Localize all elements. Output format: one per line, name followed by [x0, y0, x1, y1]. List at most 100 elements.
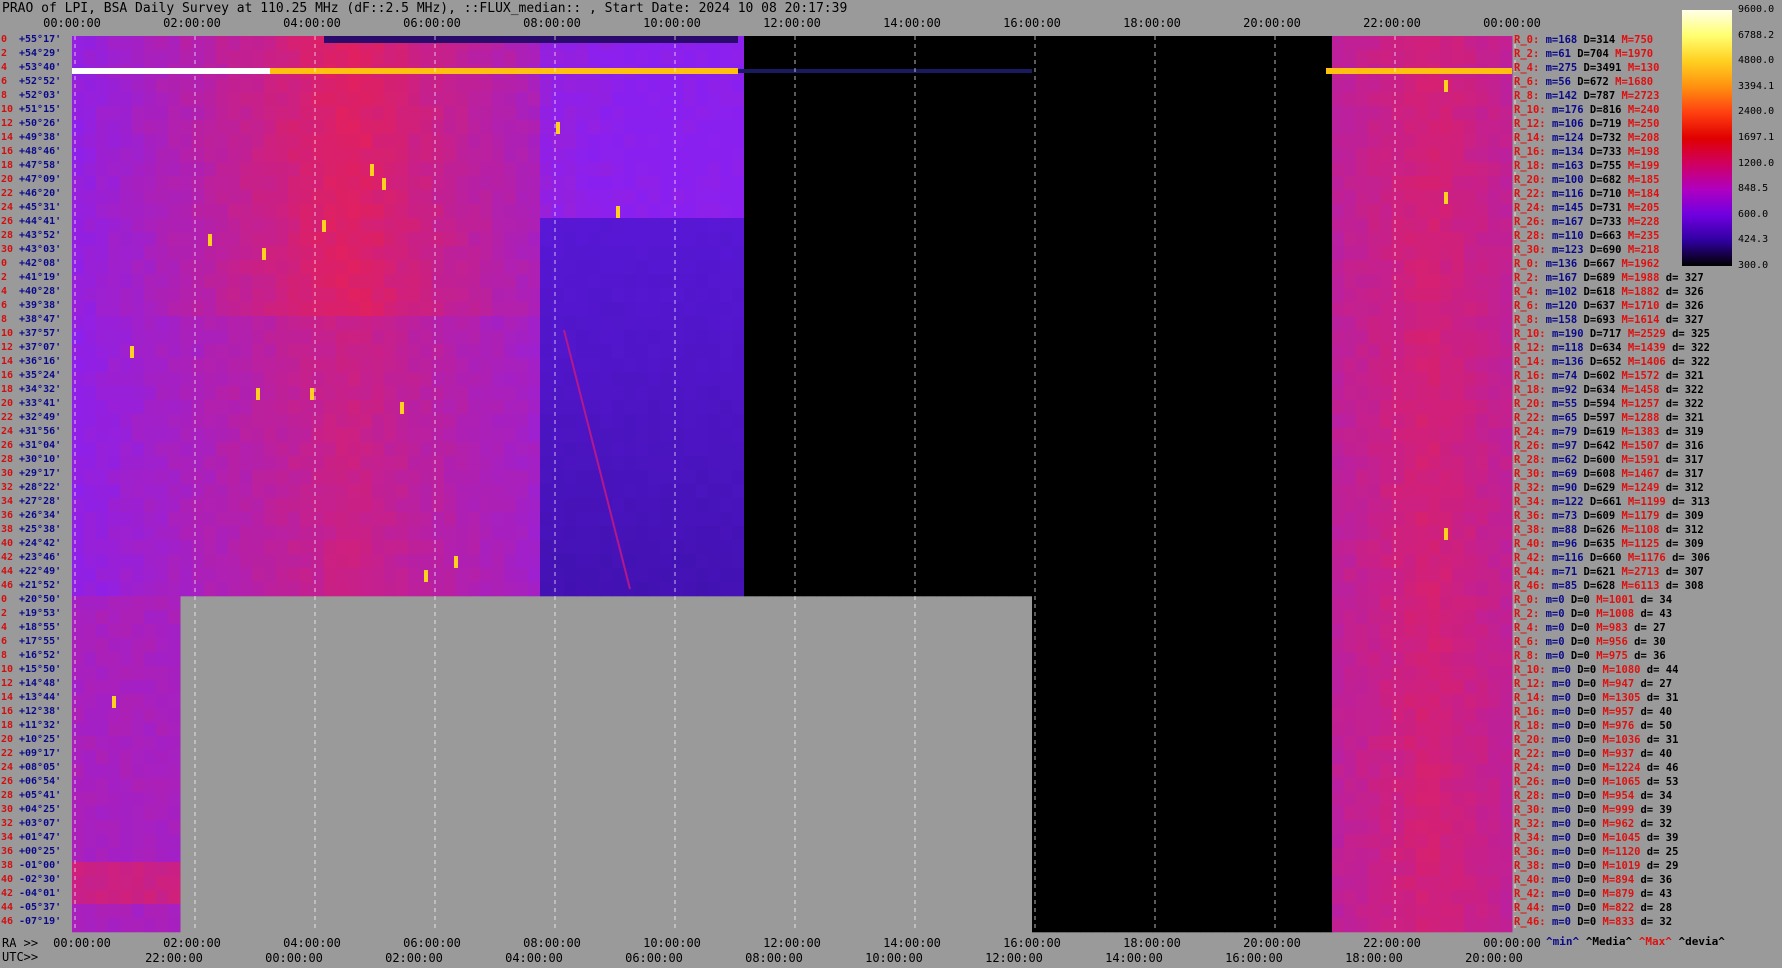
- heat-cell: [912, 162, 925, 177]
- heat-cell: [708, 526, 721, 541]
- heat-cell: [924, 232, 937, 247]
- heat-cell: [1488, 344, 1501, 359]
- heat-cell: [1248, 120, 1261, 135]
- heat-cell: [732, 232, 745, 247]
- heat-cell: [960, 456, 973, 471]
- heat-cell: [396, 134, 409, 149]
- heat-cell: [1200, 610, 1213, 625]
- heat-cell: [1236, 554, 1249, 569]
- heat-cell: [252, 176, 265, 191]
- heat-cell: [372, 554, 385, 569]
- heat-cell: [1380, 120, 1393, 135]
- heat-cell: [648, 204, 661, 219]
- heat-cell: [1236, 400, 1249, 415]
- heat-cell: [408, 218, 421, 233]
- heat-cell: [1164, 176, 1177, 191]
- heat-cell: [108, 302, 121, 317]
- heat-cell: [1404, 540, 1417, 555]
- heat-cell: [576, 176, 589, 191]
- heat-cell: [1320, 190, 1333, 205]
- heat-cell: [780, 232, 793, 247]
- heat-cell: [792, 386, 805, 401]
- heat-cell: [228, 232, 241, 247]
- heat-cell: [276, 400, 289, 415]
- heat-cell: [528, 400, 541, 415]
- heat-cell: [1332, 218, 1345, 233]
- heat-cell: [972, 582, 985, 597]
- heat-cell: [1008, 470, 1021, 485]
- heat-cell: [468, 484, 481, 499]
- heat-cell: [1176, 484, 1189, 499]
- heat-cell: [1152, 134, 1165, 149]
- heat-cell: [1044, 386, 1057, 401]
- heat-cell: [960, 288, 973, 303]
- heat-cell: [1428, 302, 1441, 317]
- heat-cell: [1392, 260, 1405, 275]
- heat-cell: [84, 610, 97, 625]
- heat-cell: [264, 218, 277, 233]
- heat-cell: [1488, 92, 1501, 107]
- heat-cell: [1272, 512, 1285, 527]
- heat-cell: [516, 50, 529, 65]
- heat-cell: [480, 162, 493, 177]
- heat-cell: [216, 50, 229, 65]
- heat-cell: [1440, 50, 1453, 65]
- heat-cell: [600, 456, 613, 471]
- heat-cell: [864, 512, 877, 527]
- heat-cell: [1128, 288, 1141, 303]
- heat-cell: [396, 92, 409, 107]
- heat-cell: [1104, 78, 1117, 93]
- heat-cell: [732, 428, 745, 443]
- heat-cell: [180, 428, 193, 443]
- heat-cell: [924, 190, 937, 205]
- heat-cell: [1392, 246, 1405, 261]
- heat-cell: [540, 148, 553, 163]
- heat-cell: [1188, 64, 1201, 79]
- heat-cell: [840, 232, 853, 247]
- heat-cell: [864, 400, 877, 415]
- heat-cell: [312, 526, 325, 541]
- heat-cell: [732, 274, 745, 289]
- heat-cell: [588, 316, 601, 331]
- heat-cell: [756, 232, 769, 247]
- heat-cell: [708, 456, 721, 471]
- heat-cell: [516, 190, 529, 205]
- heat-cell: [444, 218, 457, 233]
- heat-cell: [1476, 414, 1489, 429]
- heat-cell: [876, 260, 889, 275]
- heat-cell: [936, 428, 949, 443]
- heat-cell: [1116, 568, 1129, 583]
- heat-cell: [708, 246, 721, 261]
- heat-cell: [1164, 64, 1177, 79]
- heat-cell: [444, 302, 457, 317]
- heat-cell: [1056, 372, 1069, 387]
- heat-cell: [564, 260, 577, 275]
- heat-cell: [456, 78, 469, 93]
- heat-cell: [324, 176, 337, 191]
- heat-cell: [528, 218, 541, 233]
- heat-cell: [1476, 456, 1489, 471]
- heat-cell: [288, 414, 301, 429]
- heat-cell: [288, 106, 301, 121]
- heat-cell: [684, 176, 697, 191]
- heat-cell: [204, 344, 217, 359]
- heat-cell: [528, 442, 541, 457]
- heat-cell: [1272, 372, 1285, 387]
- heat-cell: [1236, 344, 1249, 359]
- heat-cell: [828, 582, 841, 597]
- heat-cell: [96, 36, 109, 51]
- heat-cell: [1236, 36, 1249, 51]
- heat-cell: [1452, 498, 1465, 513]
- heat-cell: [204, 428, 217, 443]
- heat-cell: [84, 316, 97, 331]
- heat-cell: [1476, 260, 1489, 275]
- heat-cell: [1044, 414, 1057, 429]
- heat-cell: [1236, 120, 1249, 135]
- heat-cell: [1152, 162, 1165, 177]
- heat-cell: [276, 36, 289, 51]
- heat-cell: [1296, 162, 1309, 177]
- heat-cell: [228, 470, 241, 485]
- heat-cell: [708, 148, 721, 163]
- heat-cell: [732, 190, 745, 205]
- heat-cell: [936, 400, 949, 415]
